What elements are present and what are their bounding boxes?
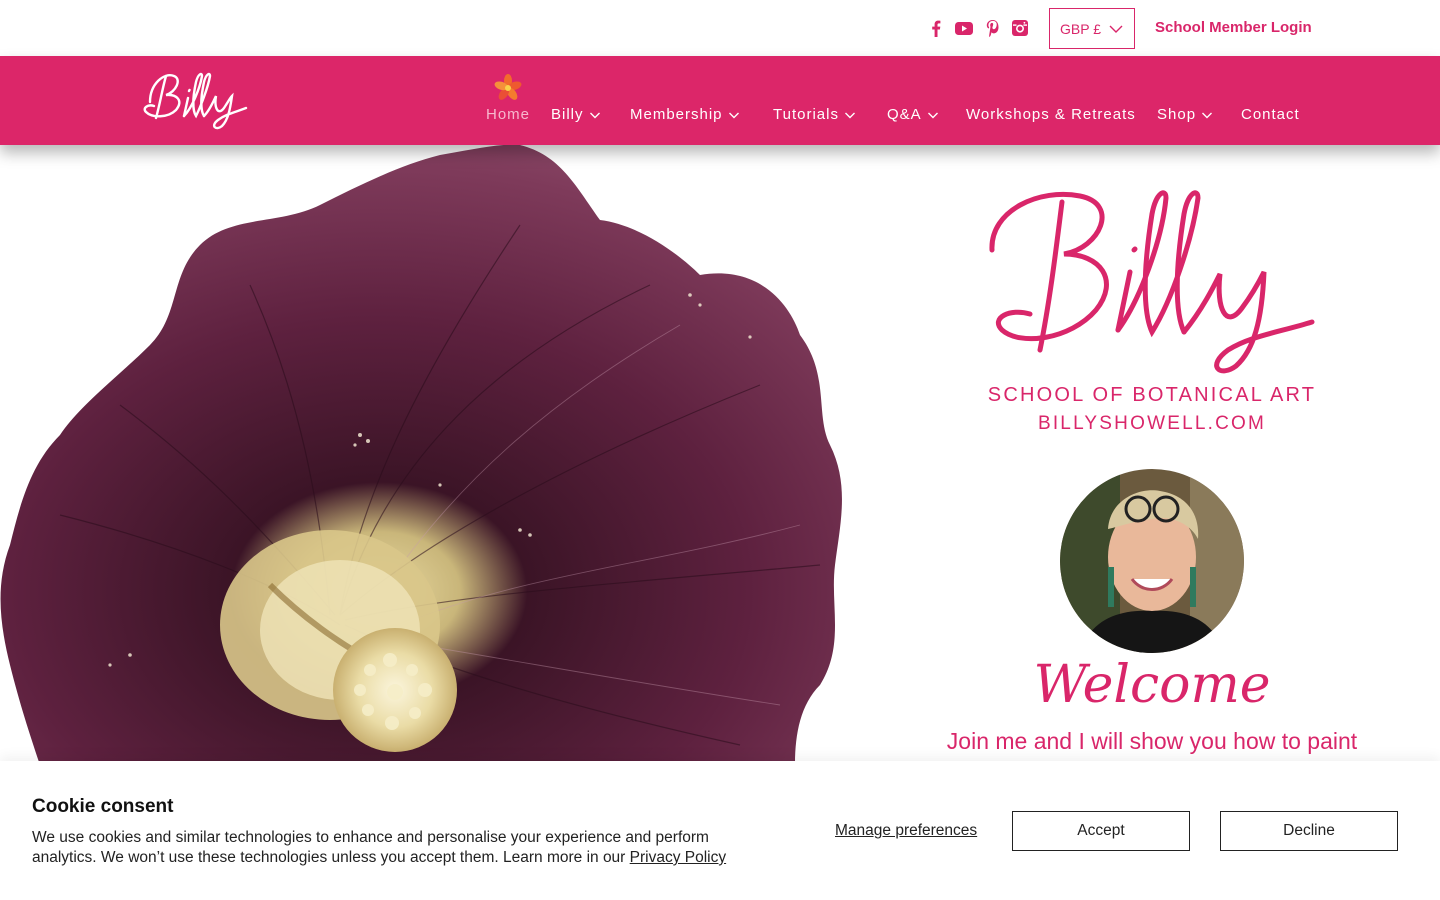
welcome-heading: Welcome <box>1033 655 1271 715</box>
billy-brand-logo <box>980 180 1325 380</box>
flower-icon <box>494 74 522 107</box>
chevron-down-icon <box>1109 25 1123 33</box>
cookie-description-text: We use cookies and similar technologies … <box>32 829 709 866</box>
youtube-icon[interactable] <box>954 18 974 38</box>
brand-subtitle: SCHOOL OF BOTANICAL ART <box>987 384 1317 406</box>
chevron-down-icon <box>728 112 739 118</box>
cookie-description: We use cookies and similar technologies … <box>32 828 772 868</box>
nav-logo[interactable] <box>140 68 255 135</box>
nav-item-qa[interactable]: Q&A <box>887 106 939 123</box>
nav-item-billy[interactable]: Billy <box>551 106 601 123</box>
chevron-down-icon <box>1202 112 1213 118</box>
nav-item-tutorials[interactable]: Tutorials <box>773 106 856 123</box>
nav-item-home[interactable]: Home <box>486 106 530 123</box>
hollyhock-painting <box>0 144 860 766</box>
manage-preferences-link[interactable]: Manage preferences <box>835 822 977 840</box>
hero-tagline: Join me and I will show you how to paint <box>946 728 1358 754</box>
accept-button[interactable]: Accept <box>1012 811 1190 851</box>
chevron-down-icon <box>844 112 855 118</box>
pinterest-icon[interactable] <box>984 18 1000 38</box>
nav-item-shop[interactable]: Shop <box>1157 106 1213 123</box>
brand-website: BILLYSHOWELL.COM <box>1037 413 1267 434</box>
privacy-policy-link[interactable]: Privacy Policy <box>630 849 726 866</box>
facebook-icon[interactable] <box>928 18 944 38</box>
nav-item-membership[interactable]: Membership <box>630 106 740 123</box>
nav-item-label: Home <box>486 106 531 123</box>
nav-item-label: Billy <box>551 106 584 123</box>
billy-portrait-avatar <box>1060 469 1244 653</box>
billy-script-logo-icon <box>989 190 1315 374</box>
top-utility-bar: GBP £ School Member Login <box>0 0 1440 56</box>
currency-select[interactable]: GBP £ <box>1049 8 1135 49</box>
nav-item-label: Tutorials <box>773 106 839 123</box>
nav-item-contact[interactable]: Contact <box>1241 106 1300 123</box>
nav-item-workshops-retreats[interactable]: Workshops & Retreats <box>966 106 1136 123</box>
instagram-icon[interactable] <box>1011 18 1029 38</box>
billy-logo-icon <box>143 72 248 130</box>
nav-item-label: Workshops & Retreats <box>966 106 1136 123</box>
cookie-consent-banner: Cookie consent We use cookies and simila… <box>0 761 1440 900</box>
chevron-down-icon <box>589 112 600 118</box>
nav-item-label: Q&A <box>887 106 922 123</box>
school-member-login-link[interactable]: School Member Login <box>1155 19 1312 36</box>
nav-item-label: Shop <box>1157 106 1197 123</box>
cookie-title: Cookie consent <box>32 796 174 817</box>
chevron-down-icon <box>927 112 938 118</box>
decline-button[interactable]: Decline <box>1220 811 1398 851</box>
currency-value: GBP £ <box>1060 20 1101 37</box>
main-navigation: Home Billy Membership Tutorials Q&A Work… <box>0 56 1440 145</box>
nav-item-label: Contact <box>1241 106 1300 123</box>
nav-item-label: Membership <box>630 106 723 123</box>
